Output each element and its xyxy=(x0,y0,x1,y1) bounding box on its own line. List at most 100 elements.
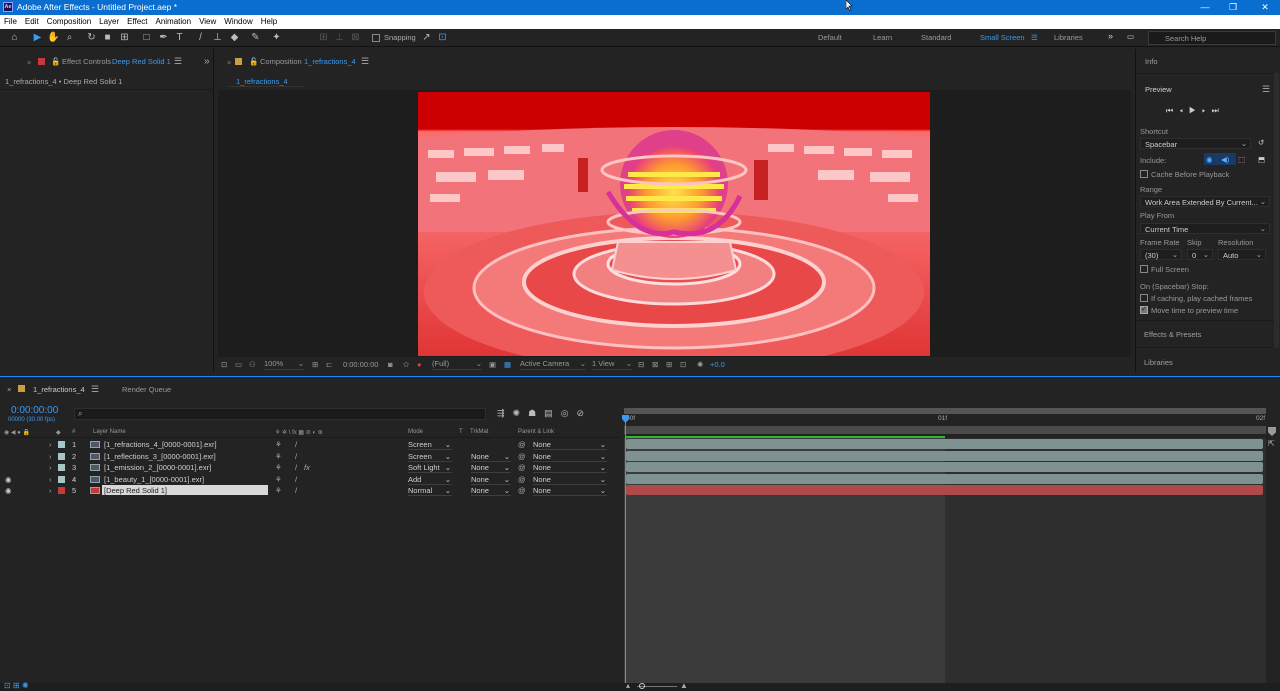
region-of-interest-icon[interactable]: ▣ xyxy=(489,360,496,369)
composition-target[interactable]: 1_refractions_4 xyxy=(304,57,356,66)
pick-whip-icon[interactable]: @ xyxy=(518,475,526,484)
comp-end-marker[interactable] xyxy=(1268,427,1276,436)
search-help-input[interactable]: Search Help xyxy=(1148,31,1276,45)
layer-name-header[interactable]: Layer Name xyxy=(93,429,126,435)
puppet-tool-icon[interactable]: ✦ xyxy=(270,32,283,44)
menu-help[interactable]: Help xyxy=(257,15,281,26)
timeline-tab[interactable]: 1_refractions_4 xyxy=(33,385,85,394)
mode-dropdown[interactable]: Add ⌄ xyxy=(408,475,452,485)
toggle-pixel-aspect-icon[interactable]: ⊟ xyxy=(638,360,644,369)
close-tab-icon[interactable]: × xyxy=(27,58,31,67)
play-icon[interactable]: ▶ xyxy=(1189,106,1202,115)
mask-visibility-icon[interactable]: ⚇ xyxy=(249,360,256,369)
libraries-sync-icon[interactable]: ▭ xyxy=(1127,32,1134,41)
minimize-button[interactable]: — xyxy=(1195,1,1215,14)
layer-name[interactable]: [1_refractions_4_[0000-0001].exr] xyxy=(104,440,217,449)
eye-icon[interactable]: ◉ xyxy=(5,475,12,484)
prev-frame-icon[interactable]: ◂ xyxy=(1179,106,1189,115)
first-frame-icon[interactable]: ⏮ xyxy=(1166,106,1179,115)
parent-dropdown[interactable]: None ⌄ xyxy=(533,440,607,450)
overlay-icon[interactable]: ⬚ xyxy=(1238,155,1245,164)
composition-subtab[interactable]: 1_refractions_4 xyxy=(229,75,303,87)
cache-before-playback-checkbox[interactable] xyxy=(1140,170,1148,178)
trkmat-dropdown[interactable]: None ⌄ xyxy=(471,452,511,462)
layer-row[interactable]: ◉ › 5 [Deep Red Solid 1] ⚘ / Normal ⌄ None ⌄ @ None… xyxy=(0,485,620,496)
expand-arrow-icon[interactable]: › xyxy=(49,486,52,495)
layer-duration-bar[interactable] xyxy=(626,450,1263,461)
quality-switch-icon[interactable]: / xyxy=(295,452,297,461)
layer-duration-bar[interactable] xyxy=(626,462,1263,472)
maximize-button[interactable]: ❐ xyxy=(1223,1,1243,14)
audio-icon[interactable]: ◀) xyxy=(1221,155,1229,164)
snapshot-icon[interactable]: ◙ xyxy=(388,360,393,369)
trkmat-dropdown[interactable]: None ⌄ xyxy=(471,463,511,473)
layer-label-swatch[interactable] xyxy=(58,464,65,471)
flowchart-icon[interactable]: ⊡ xyxy=(680,360,686,369)
shy-switch-icon[interactable]: ⚘ xyxy=(275,475,282,484)
layer-duration-bar[interactable] xyxy=(626,439,1263,449)
zoom-slider-handle[interactable] xyxy=(639,683,645,689)
menu-composition[interactable]: Composition xyxy=(43,15,95,26)
comp-button-icon[interactable]: ⇱ xyxy=(1268,439,1275,448)
rectangle-tool-icon[interactable]: □ xyxy=(140,32,153,44)
snap-target-icon[interactable]: ⊡ xyxy=(436,32,449,44)
close-button[interactable]: ✕ xyxy=(1255,1,1275,14)
layer-label-swatch[interactable] xyxy=(58,487,65,494)
pick-whip-icon[interactable]: @ xyxy=(518,440,526,449)
quality-switch-icon[interactable]: / xyxy=(295,463,297,472)
parent-dropdown[interactable]: None ⌄ xyxy=(533,486,607,496)
if-caching-checkbox[interactable] xyxy=(1140,294,1148,302)
motion-blur-icon[interactable]: ◎ xyxy=(561,408,577,418)
camera-view-dropdown[interactable]: Active Camera ⌄ xyxy=(520,359,586,370)
workspace-menu-icon[interactable]: ☰ xyxy=(1031,33,1038,42)
range-dropdown[interactable]: Work Area Extended By Current... ⌄ xyxy=(1140,196,1270,207)
skip-dropdown[interactable]: 0 ⌄ xyxy=(1187,249,1213,260)
rotation-tool-icon[interactable]: ↻ xyxy=(85,32,98,44)
menu-edit[interactable]: Edit xyxy=(21,15,43,26)
workspace-small-screen[interactable]: Small Screen xyxy=(980,33,1025,42)
mode-dropdown[interactable]: Normal ⌄ xyxy=(408,486,452,496)
mode-dropdown[interactable]: Screen ⌄ xyxy=(408,440,452,450)
mode-dropdown[interactable]: Soft Light ⌄ xyxy=(408,463,452,473)
time-navigator[interactable] xyxy=(624,408,1266,414)
fast-previews-icon[interactable]: ⊠ xyxy=(652,360,658,369)
draft-3d-icon[interactable]: ✺ xyxy=(513,408,529,418)
layer-label-swatch[interactable] xyxy=(58,475,65,483)
panel-menu-icon[interactable]: ☰ xyxy=(361,56,369,67)
effect-controls-target[interactable]: Deep Red Solid 1 xyxy=(112,57,171,66)
next-frame-icon[interactable]: ▸ xyxy=(1202,106,1212,115)
layer-row[interactable]: › 1 [1_refractions_4_[0000-0001].exr] ⚘ / Scr… xyxy=(0,439,620,450)
panel-menu-icon[interactable]: ☰ xyxy=(91,384,99,395)
pick-whip-icon[interactable]: @ xyxy=(518,463,526,472)
layer-name[interactable]: [1_beauty_1_[0000-0001].exr] xyxy=(104,475,204,484)
workspace-learn[interactable]: Learn xyxy=(873,33,892,42)
always-preview-icon[interactable]: ⊡ xyxy=(221,360,227,369)
toggle-switches-icon[interactable]: ⊡ ⊞ ✺ xyxy=(4,681,29,690)
hand-tool-icon[interactable]: ✋ xyxy=(47,32,60,44)
reset-exposure-icon[interactable]: ✺ xyxy=(697,360,703,369)
panel-menu-icon[interactable]: ☰ xyxy=(1262,84,1270,95)
workspace-libraries[interactable]: Libraries xyxy=(1054,33,1083,42)
libraries-panel-label[interactable]: Libraries xyxy=(1144,358,1173,367)
composition-mini-flowchart-icon[interactable]: ⇶ xyxy=(497,408,513,418)
graph-editor-icon[interactable]: ⊘ xyxy=(577,408,593,418)
layer-row[interactable]: ◉ › 4 [1_beauty_1_[0000-0001].exr] ⚘ / Add ⌄ Non… xyxy=(0,474,620,485)
menu-effect[interactable]: Effect xyxy=(123,15,151,26)
magnification-dropdown[interactable]: 100% ⌄ xyxy=(264,359,304,370)
preview-panel-label[interactable]: Preview xyxy=(1145,85,1172,94)
quality-switch-icon[interactable]: / xyxy=(295,475,297,484)
menu-view[interactable]: View xyxy=(195,15,220,26)
composition-tab[interactable]: × 🔓 Composition 1_refractions_4 ☰ xyxy=(216,53,1133,71)
zoom-in-icon[interactable]: ▲ xyxy=(680,681,688,690)
layer-name[interactable]: [Deep Red Solid 1] xyxy=(102,485,268,495)
export-icon[interactable]: ⬒ xyxy=(1258,155,1265,164)
layer-row[interactable]: › 2 [1_reflections_3_[0000-0001].exr] ⚘ / Scr… xyxy=(0,451,620,462)
mode-dropdown[interactable]: Screen ⌄ xyxy=(408,452,452,462)
render-queue-tab[interactable]: Render Queue xyxy=(122,385,171,394)
workspace-standard[interactable]: Standard xyxy=(921,33,951,42)
shy-switch-icon[interactable]: ⚘ xyxy=(275,486,282,495)
layer-duration-bar[interactable] xyxy=(626,485,1263,495)
work-area-bar[interactable] xyxy=(624,426,1266,434)
trkmat-dropdown[interactable]: None ⌄ xyxy=(471,475,511,485)
full-screen-checkbox[interactable] xyxy=(1140,265,1148,273)
